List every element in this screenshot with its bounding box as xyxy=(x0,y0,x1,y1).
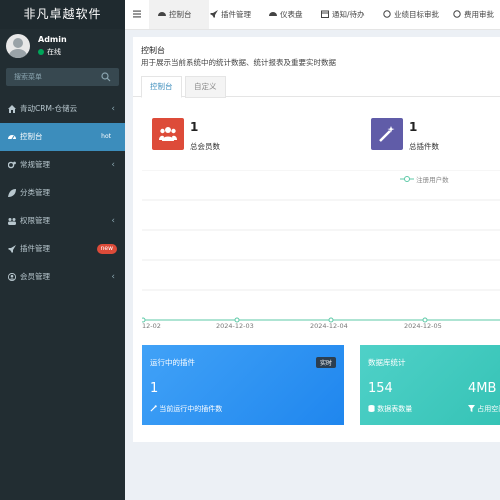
filter-icon xyxy=(468,405,475,412)
chart-legend[interactable]: 注册用户数 xyxy=(400,174,449,184)
chevron-left-icon: ‹ xyxy=(111,272,115,282)
sidebar-item-members[interactable]: 会员管理 ‹ xyxy=(0,263,125,291)
dashboard-icon xyxy=(8,135,16,140)
plugins-label: 总插件数 xyxy=(409,142,439,151)
database-icon xyxy=(368,405,375,412)
new-badge: new xyxy=(96,244,117,254)
page-title: 控制台 xyxy=(141,46,165,55)
card-subtitle: 当前运行中的插件数 xyxy=(150,404,222,414)
home-icon xyxy=(8,105,16,113)
card-subtitle-text: 当前运行中的插件数 xyxy=(159,405,223,413)
sidebar-search-input[interactable]: 搜索菜单 xyxy=(6,68,119,86)
user-circle-icon xyxy=(8,273,16,281)
x-tick-label: 2024-12-03 xyxy=(216,322,254,330)
sidebar-item-auth[interactable]: 权限管理 ‹ xyxy=(0,207,125,235)
tab-expense-approval[interactable]: 费用审批 xyxy=(453,0,494,29)
tab-plugins[interactable]: 插件管理 xyxy=(210,0,251,29)
dashboard-icon xyxy=(269,12,277,16)
legend-label: 注册用户数 xyxy=(416,176,449,184)
card-title: 数据库统计 xyxy=(368,358,406,367)
realtime-badge: 实时 xyxy=(315,357,336,368)
tab-label: 插件管理 xyxy=(221,10,251,19)
user-status-text: 在线 xyxy=(47,48,61,56)
tab-label: 通知/待办 xyxy=(332,10,365,19)
chevron-left-icon: ‹ xyxy=(111,216,115,226)
legend-line-marker xyxy=(400,176,414,182)
running-plugins-card: 运行中的插件 实时 1 当前运行中的插件数 xyxy=(142,345,344,425)
user-panel: Admin 在线 xyxy=(0,29,125,68)
sidebar-item-label: 会员管理 xyxy=(20,272,50,281)
search-icon[interactable] xyxy=(101,72,111,82)
sidebar-item-dashboard[interactable]: 控制台 hot xyxy=(0,123,125,151)
dashboard-icon xyxy=(158,12,166,16)
brand-title[interactable]: 非凡卓越软件 xyxy=(0,0,125,29)
db-size-label: 占用空间 xyxy=(468,404,500,414)
sidebar-item-label: 青动CRM-仓储云 xyxy=(20,104,78,113)
x-tick-label: 2024-12-05 xyxy=(404,322,442,330)
tab-notices[interactable]: 通知/待办 xyxy=(321,0,365,29)
tab-label: 费用审批 xyxy=(464,10,494,19)
magic-icon xyxy=(150,405,157,412)
sidebar-item-label: 控制台 xyxy=(20,132,43,141)
rocket-icon xyxy=(210,10,218,18)
magic-icon xyxy=(379,126,395,142)
page-subtitle: 用于展示当前系统中的统计数据、统计报表及重要实时数据 xyxy=(141,58,336,67)
tab-label: 业绩目标审批 xyxy=(394,10,439,19)
x-tick-label: 2024-12-04 xyxy=(310,322,348,330)
plugins-stat-icon-box xyxy=(371,118,403,150)
menu-toggle-icon[interactable] xyxy=(133,10,141,18)
sidebar-item-label: 分类管理 xyxy=(20,188,50,197)
subtab-custom[interactable]: 自定义 xyxy=(185,76,226,98)
members-stat-icon-box xyxy=(152,118,184,150)
user-status: 在线 xyxy=(38,47,61,57)
rocket-icon xyxy=(8,245,16,253)
sidebar-item-crm[interactable]: 青动CRM-仓储云 ‹ xyxy=(0,95,125,123)
sidebar-item-category[interactable]: 分类管理 xyxy=(0,179,125,207)
calendar-icon xyxy=(321,10,329,18)
tab-performance-approval[interactable]: 业绩目标审批 xyxy=(383,0,439,29)
x-tick-label: 12-02 xyxy=(142,322,161,330)
registered-users-chart xyxy=(142,170,500,323)
cogs-icon xyxy=(8,161,16,169)
chevron-left-icon: ‹ xyxy=(111,104,115,114)
database-stats-card: 数据库统计 154 4MB 数据表数量 占用空间 xyxy=(360,345,500,425)
tab-dashboard[interactable]: 控制台 xyxy=(149,0,209,29)
running-plugins-count: 1 xyxy=(150,381,159,396)
circle-icon xyxy=(383,10,391,18)
db-size: 4MB xyxy=(468,381,497,396)
tab-label: 仪表盘 xyxy=(280,10,303,19)
search-placeholder: 搜索菜单 xyxy=(14,73,42,81)
avatar[interactable] xyxy=(6,34,30,58)
db-size-label-text: 占用空间 xyxy=(477,405,500,413)
leaf-icon xyxy=(8,189,16,197)
table-count-label-text: 数据表数量 xyxy=(377,405,413,413)
sidebar-item-label: 权限管理 xyxy=(20,216,50,225)
user-name: Admin xyxy=(38,35,67,44)
members-count: 1 xyxy=(190,120,199,134)
sidebar-item-label: 常规管理 xyxy=(20,160,50,169)
group-icon xyxy=(8,218,16,225)
subtab-console[interactable]: 控制台 xyxy=(141,76,182,98)
table-count-label: 数据表数量 xyxy=(368,404,412,414)
plugins-count: 1 xyxy=(409,120,418,134)
card-title: 运行中的插件 xyxy=(150,358,195,367)
table-count: 154 xyxy=(368,381,393,396)
hot-badge: hot xyxy=(97,132,115,142)
top-nav: 控制台 插件管理 仪表盘 通知/待办 业绩目标审批 费用审批 xyxy=(125,0,500,30)
tab-label: 控制台 xyxy=(169,10,192,19)
sidebar-item-label: 插件管理 xyxy=(20,244,50,253)
circle-icon xyxy=(453,10,461,18)
members-label: 总会员数 xyxy=(190,142,220,151)
sidebar: 非凡卓越软件 Admin 在线 搜索菜单 青动CRM-仓储云 ‹ 控制台 hot… xyxy=(0,0,125,500)
chevron-left-icon: ‹ xyxy=(111,160,115,170)
tab-meter[interactable]: 仪表盘 xyxy=(269,0,303,29)
users-icon xyxy=(159,127,177,141)
online-dot-icon xyxy=(38,49,44,55)
sidebar-item-general[interactable]: 常规管理 ‹ xyxy=(0,151,125,179)
sidebar-menu: 青动CRM-仓储云 ‹ 控制台 hot 常规管理 ‹ 分类管理 权限管理 ‹ 插… xyxy=(0,95,125,291)
sidebar-item-plugins[interactable]: 插件管理 new xyxy=(0,235,125,263)
